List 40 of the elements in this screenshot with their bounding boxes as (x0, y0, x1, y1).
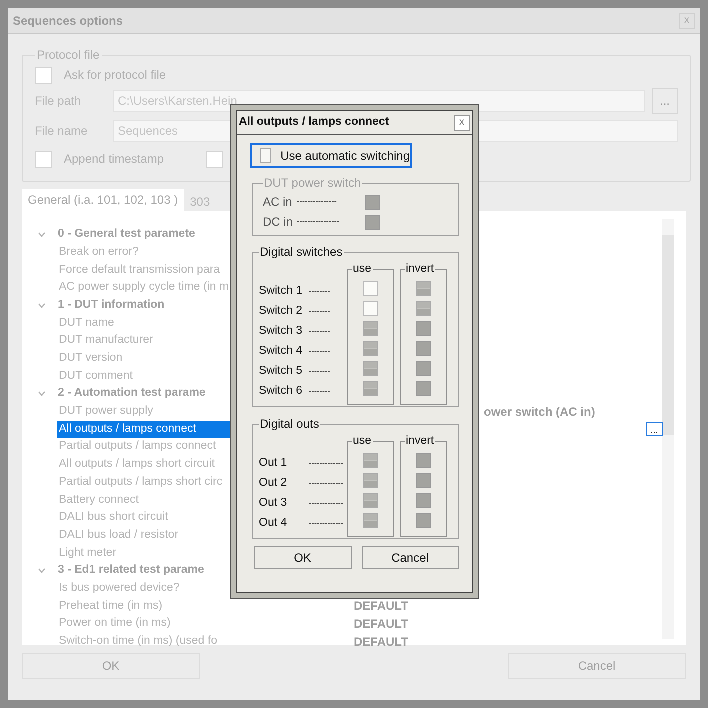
row-label: AC in (263, 194, 294, 211)
row-label: Switch 3 (259, 324, 304, 340)
value-text: DEFAULT (354, 598, 408, 616)
column-title: use (352, 262, 373, 277)
row-label: Switch 5 (259, 364, 304, 380)
row-label: DC in (263, 214, 294, 231)
group-title: Protocol file (36, 47, 101, 64)
dash-leader: -------- (309, 286, 330, 298)
group-title: Digital switches (259, 244, 344, 261)
row-label: Switch 6 (259, 384, 304, 400)
checkbox-label: Ask for protocol file (64, 67, 166, 84)
dash-leader: -------- (309, 386, 330, 398)
column-title: invert (405, 262, 436, 277)
column-title: invert (405, 434, 436, 449)
dash-leader: --------------- (297, 196, 338, 208)
dash-leader: ------------- (309, 498, 344, 510)
row-label: Out 3 (259, 496, 288, 512)
dash-leader: ------------- (309, 478, 344, 490)
dash-leader: ------------- (309, 518, 344, 530)
row-label: Switch 4 (259, 344, 304, 360)
value-text: DEFAULT (354, 634, 408, 651)
group-title: Digital outs (259, 416, 320, 433)
group-title: DUT power switch (263, 175, 362, 192)
row-label: Switch 1 (259, 284, 304, 300)
dash-leader: -------- (309, 366, 330, 378)
row-label: Out 4 (259, 516, 288, 532)
value-text: ower switch (AC in) (484, 404, 596, 421)
window-title: Sequences options (13, 12, 124, 30)
dash-leader: ---------------- (297, 216, 341, 228)
row-label: Out 1 (259, 456, 288, 472)
dialog-title: All outputs / lamps connect (239, 114, 390, 130)
value-text: DEFAULT (354, 616, 408, 633)
dash-leader: ------------- (309, 458, 344, 470)
dash-leader: -------- (309, 326, 330, 338)
row-label: Switch 2 (259, 304, 304, 320)
dash-leader: -------- (309, 346, 330, 358)
checkbox-label: Append timestamp (64, 151, 166, 168)
row-label: Out 2 (259, 476, 288, 492)
dash-leader: -------- (309, 306, 330, 318)
column-title: use (352, 434, 373, 449)
